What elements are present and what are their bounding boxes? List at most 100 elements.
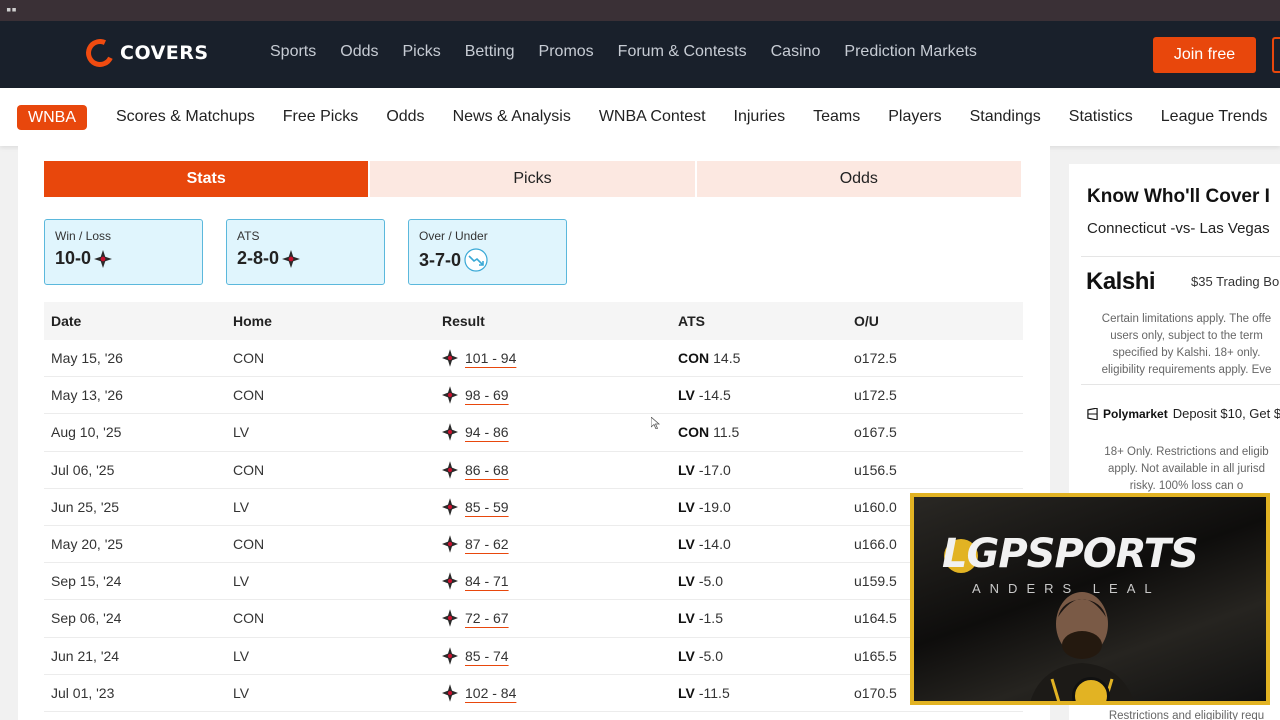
row-result-link[interactable]: 85 - 74 (465, 648, 509, 664)
table-row: Jul 01, '23 LV 102 - 84 LV -11.5 o170.5 (44, 675, 1023, 712)
tab-stats[interactable]: Stats (44, 161, 369, 197)
row-date: Jul 01, '23 (51, 684, 115, 701)
nav-sports[interactable]: Sports (270, 43, 316, 61)
col-result: Result (442, 313, 485, 329)
row-home: LV (233, 647, 250, 664)
subnav-statistics[interactable]: Statistics (1069, 108, 1133, 126)
team-logo-icon (442, 683, 458, 702)
row-result-link[interactable]: 87 - 62 (465, 536, 509, 552)
subnav-players[interactable]: Players (888, 108, 941, 126)
poly-disclaimer-line: 18+ Only. Restrictions and eligib (1104, 446, 1269, 458)
polymarket-icon (1087, 407, 1098, 420)
row-ou: o167.5 (854, 424, 897, 441)
nav-betting[interactable]: Betting (465, 43, 515, 61)
subnav-teams[interactable]: Teams (813, 108, 860, 126)
row-date: Sep 15, '24 (51, 573, 122, 590)
row-result-link[interactable]: 86 - 68 (465, 462, 509, 478)
nav-casino[interactable]: Casino (771, 43, 821, 61)
row-ats-team: LV (678, 647, 695, 664)
table-row: Jul 06, '25 CON 86 - 68 LV -17.0 u156.5 (44, 452, 1023, 489)
tab-picks[interactable]: Picks (370, 161, 695, 197)
subnav-free-picks[interactable]: Free Picks (283, 108, 359, 126)
brand-name: COVERS (120, 42, 209, 64)
table-row: Sep 06, '24 CON 72 - 67 LV -1.5 u164.5 (44, 600, 1023, 638)
row-ats-team: LV (678, 387, 695, 404)
tab-odds[interactable]: Odds (696, 161, 1021, 197)
row-result-link[interactable]: 102 - 84 (465, 685, 516, 701)
row-ats-team: LV (678, 573, 695, 590)
trend-down-icon (464, 248, 488, 272)
row-ats-line: -11.5 (698, 684, 730, 701)
row-date: May 13, '26 (51, 387, 123, 404)
login-button-edge[interactable] (1272, 37, 1280, 73)
row-result-link[interactable]: 85 - 59 (465, 499, 509, 515)
row-ats-line: -1.5 (698, 610, 723, 627)
subnav-odds[interactable]: Odds (386, 108, 424, 126)
kalshi-disclaimer-line: users only, subject to the term (1110, 330, 1263, 342)
table-header: Date Home Result ATS O/U (44, 302, 1023, 340)
divider (1081, 256, 1280, 257)
subnav-items: Scores & Matchups Free Picks Odds News &… (116, 108, 1268, 126)
row-ats-team: LV (678, 461, 695, 478)
row-ats-line: -14.5 (698, 387, 731, 404)
webcam-brand: LGPSPORTS (942, 531, 1199, 577)
row-home: CON (233, 387, 265, 404)
row-home: CON (233, 610, 265, 627)
row-home: CON (233, 536, 265, 553)
nav-promos[interactable]: Promos (539, 43, 594, 61)
col-ats: ATS (678, 313, 705, 329)
mouse-cursor-icon (651, 417, 661, 429)
row-ats-line: -5.0 (698, 573, 723, 590)
sidebar-matchup: Connecticut -vs- Las Vegas (1087, 220, 1270, 237)
row-ats-line: -17.0 (698, 461, 731, 478)
over-under-card: Over / Under 3-7-0 (408, 219, 567, 285)
join-free-button[interactable]: Join free (1153, 37, 1256, 73)
tab-bar: Stats Picks Odds (44, 161, 1021, 197)
row-date: Sep 06, '24 (51, 610, 122, 627)
subnav-injuries[interactable]: Injuries (734, 108, 786, 126)
row-result-link[interactable]: 98 - 69 (465, 387, 509, 403)
nav-picks[interactable]: Picks (403, 43, 441, 61)
league-badge-wnba[interactable]: WNBA (17, 105, 87, 130)
league-subnav: WNBA Scores & Matchups Free Picks Odds N… (0, 88, 1280, 146)
row-home: CON (233, 461, 265, 478)
table-row: May 15, '26 CON 101 - 94 CON 14.5 o172.5 (44, 340, 1023, 378)
nav-odds[interactable]: Odds (340, 43, 378, 61)
card-label: Win / Loss (55, 229, 112, 243)
nav-forum-contests[interactable]: Forum & Contests (618, 43, 747, 61)
team-logo-icon (442, 423, 458, 442)
table-row: May 20, '25 CON 87 - 62 LV -14.0 u166.0 (44, 526, 1023, 564)
kalshi-disclaimer-line: Certain limitations apply. The offe (1101, 313, 1272, 325)
row-date: May 20, '25 (51, 536, 123, 553)
bottom-disclaimer: Restrictions and eligibility requ (1108, 710, 1265, 720)
card-label: Over / Under (419, 229, 488, 243)
table-row: Jun 21, '24 LV 85 - 74 LV -5.0 u165.5 (44, 638, 1023, 675)
subnav-league-trends[interactable]: League Trends (1161, 108, 1268, 126)
polymarket-offer[interactable]: Polymarket Deposit $10, Get $2 (1087, 406, 1280, 421)
subnav-standings[interactable]: Standings (970, 108, 1041, 126)
row-date: Jun 21, '24 (51, 647, 120, 664)
subnav-news-analysis[interactable]: News & Analysis (453, 108, 571, 126)
site-header: COVERS Sports Odds Picks Betting Promos … (0, 21, 1280, 88)
covers-logo[interactable]: COVERS (82, 35, 209, 71)
row-date: May 15, '26 (51, 350, 123, 367)
matchup-panel: Stats Picks Odds Win / Loss 10-0 ATS 2-8… (18, 146, 1050, 720)
team-logo-icon (282, 249, 301, 268)
col-date: Date (51, 313, 82, 329)
team-logo-icon (94, 249, 113, 268)
kalshi-logo[interactable]: Kalshi (1086, 268, 1156, 296)
subnav-scores-matchups[interactable]: Scores & Matchups (116, 108, 255, 126)
row-result-link[interactable]: 101 - 94 (465, 350, 516, 366)
row-result-link[interactable]: 72 - 67 (465, 610, 509, 626)
row-ats-team: LV (678, 498, 695, 515)
window-icon: ▪▪ (6, 5, 17, 15)
subnav-wnba-contest[interactable]: WNBA Contest (599, 108, 706, 126)
col-home: Home (233, 313, 272, 329)
row-result-link[interactable]: 94 - 86 (465, 424, 509, 440)
webcam-overlay: LGPSPORTS ANDERS LEAL (910, 493, 1270, 705)
kalshi-offer[interactable]: $35 Trading Bo (1191, 274, 1279, 289)
nav-prediction-markets[interactable]: Prediction Markets (844, 43, 977, 61)
row-result-link[interactable]: 84 - 71 (465, 573, 509, 589)
row-home: LV (233, 424, 250, 441)
row-ats-team: LV (678, 610, 695, 627)
